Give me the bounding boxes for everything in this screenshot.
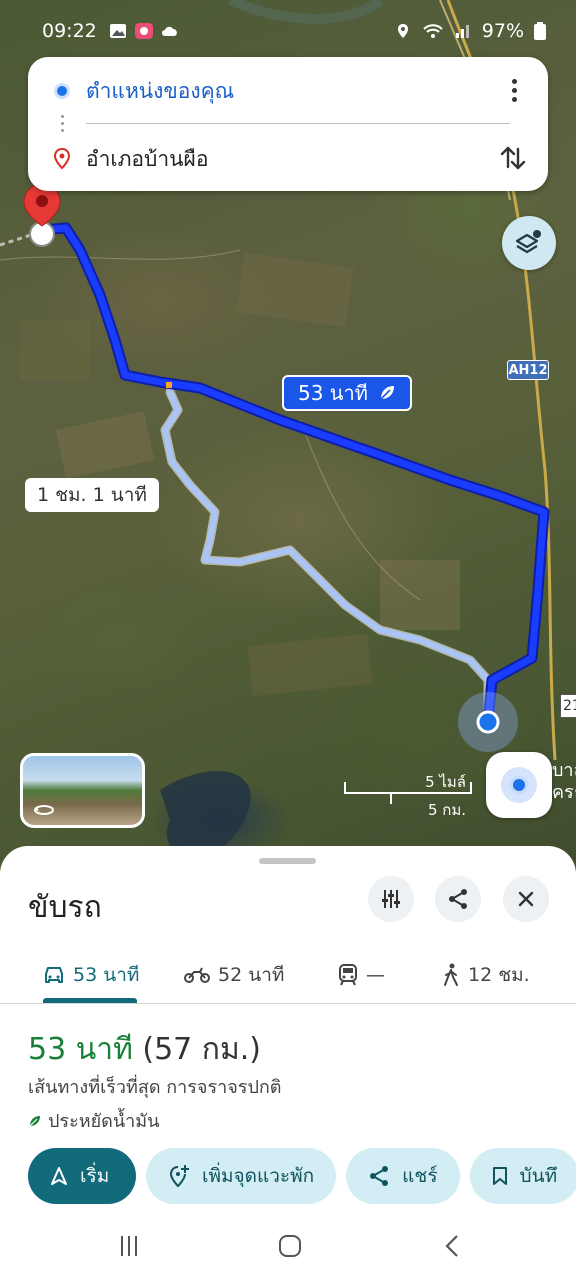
eco-badge: ประหยัดน้ำมัน <box>28 1106 159 1135</box>
route-time-label-main[interactable]: 53 นาที <box>282 375 412 411</box>
home-icon[interactable] <box>275 1232 305 1260</box>
share-icon <box>449 889 467 909</box>
start-label: เริ่ม <box>80 1165 110 1187</box>
street-view-thumbnail[interactable] <box>20 753 145 828</box>
save-button[interactable]: บันทึ <box>469 1148 576 1204</box>
highway-badge: AH12 <box>507 360 549 380</box>
summary-distance: (57 กม.) <box>142 1032 261 1067</box>
scale-miles-label: 5 ไมล์ <box>425 773 466 791</box>
sheet-drag-handle[interactable] <box>259 858 316 864</box>
travel-mode-tabs: 53 นาที 52 นาที — 12 ชม. <box>0 946 576 1004</box>
share-icon <box>370 1166 389 1186</box>
close-icon <box>518 891 534 907</box>
destination-field[interactable]: อำเภอบ้านผือ <box>28 129 548 189</box>
road-number-badge: 21 <box>560 694 576 718</box>
share-route-button[interactable] <box>435 876 481 922</box>
layers-button[interactable] <box>502 216 556 270</box>
bookmark-icon <box>492 1167 507 1185</box>
battery-percent: 97% <box>481 20 524 42</box>
tab-driving-label: 53 นาที <box>73 964 140 986</box>
share-label: แชร์ <box>402 1165 438 1187</box>
train-icon <box>339 964 357 986</box>
tab-transit-label: — <box>366 964 385 986</box>
back-icon[interactable] <box>438 1232 468 1260</box>
tab-driving[interactable]: 53 นาที <box>43 946 139 1004</box>
start-navigation-button[interactable]: เริ่ม <box>28 1148 136 1204</box>
action-chips: เริ่ม เพิ่มจุดแวะพัก แชร์ บันทึ <box>28 1148 576 1204</box>
tab-transit[interactable]: — <box>338 946 385 1004</box>
add-location-icon <box>169 1165 189 1188</box>
motorcycle-icon <box>184 967 210 983</box>
system-navigation-bar <box>0 1212 576 1280</box>
eco-leaf-icon <box>29 1115 40 1126</box>
map-scale: 5 ไมล์ 5 กม. <box>344 766 474 819</box>
car-icon <box>45 967 63 983</box>
route-time-text: 53 นาที <box>298 381 368 405</box>
destination-pin-outline-icon <box>53 147 71 170</box>
search-divider <box>86 123 510 124</box>
status-bar: 09:22 97% <box>0 0 576 62</box>
wifi-icon <box>423 24 443 38</box>
tune-icon <box>382 890 400 908</box>
route-summary: 53 นาที (57 กม.) <box>28 1026 261 1073</box>
origin-text: ตำแหน่งของคุณ <box>86 78 235 103</box>
travel-mode-title: ขับรถ <box>28 890 102 925</box>
route-time-label-alt[interactable]: 1 ชม. 1 นาที <box>25 478 159 512</box>
close-button[interactable] <box>503 876 549 922</box>
route-options-button[interactable] <box>368 876 414 922</box>
eco-label: ประหยัดน้ำมัน <box>48 1111 160 1132</box>
save-label: บันทึ <box>519 1165 558 1187</box>
summary-time: 53 นาที <box>28 1032 133 1067</box>
walk-icon <box>444 963 458 986</box>
directions-search-card: ตำแหน่งของคุณ อำเภอบ้านผือ <box>28 57 548 191</box>
battery-icon <box>534 22 546 40</box>
location-icon <box>397 24 408 38</box>
more-options-button[interactable] <box>502 75 526 105</box>
cloud-icon <box>161 26 177 36</box>
scale-km-label: 5 กม. <box>427 801 466 819</box>
tab-walking[interactable]: 12 ชม. <box>442 946 530 1004</box>
swap-direction-icon[interactable] <box>498 143 528 173</box>
my-location-icon <box>510 776 528 794</box>
active-tab-indicator <box>43 998 137 1003</box>
app-badge-icon <box>134 23 153 39</box>
recent-apps-icon[interactable] <box>114 1232 144 1260</box>
add-stop-button[interactable]: เพิ่มจุดแวะพัก <box>146 1148 337 1204</box>
destination-pin-icon[interactable] <box>20 182 64 248</box>
rotate-360-icon <box>34 805 54 815</box>
share-button[interactable]: แชร์ <box>346 1148 460 1204</box>
add-stop-label: เพิ่มจุดแวะพัก <box>202 1165 315 1187</box>
town-label: บาล ครธ <box>552 760 576 803</box>
route-description: เส้นทางที่เร็วที่สุด การจราจรปกติ <box>28 1077 282 1098</box>
eco-leaf-icon <box>380 386 394 400</box>
tab-walking-label: 12 ชม. <box>468 964 530 986</box>
origin-dot-icon <box>54 83 70 99</box>
destination-text: อำเภอบ้านผือ <box>86 146 209 171</box>
signal-icon <box>455 25 469 38</box>
navigation-arrow-icon <box>51 1167 67 1185</box>
layers-icon <box>515 230 541 254</box>
status-time: 09:22 <box>42 20 97 42</box>
my-location-button[interactable] <box>486 752 552 818</box>
tab-motorcycle[interactable]: 52 นาที <box>184 946 284 1004</box>
tab-motorcycle-label: 52 นาที <box>218 964 285 986</box>
origin-field[interactable]: ตำแหน่งของคุณ <box>28 61 548 121</box>
gallery-icon <box>109 24 126 38</box>
